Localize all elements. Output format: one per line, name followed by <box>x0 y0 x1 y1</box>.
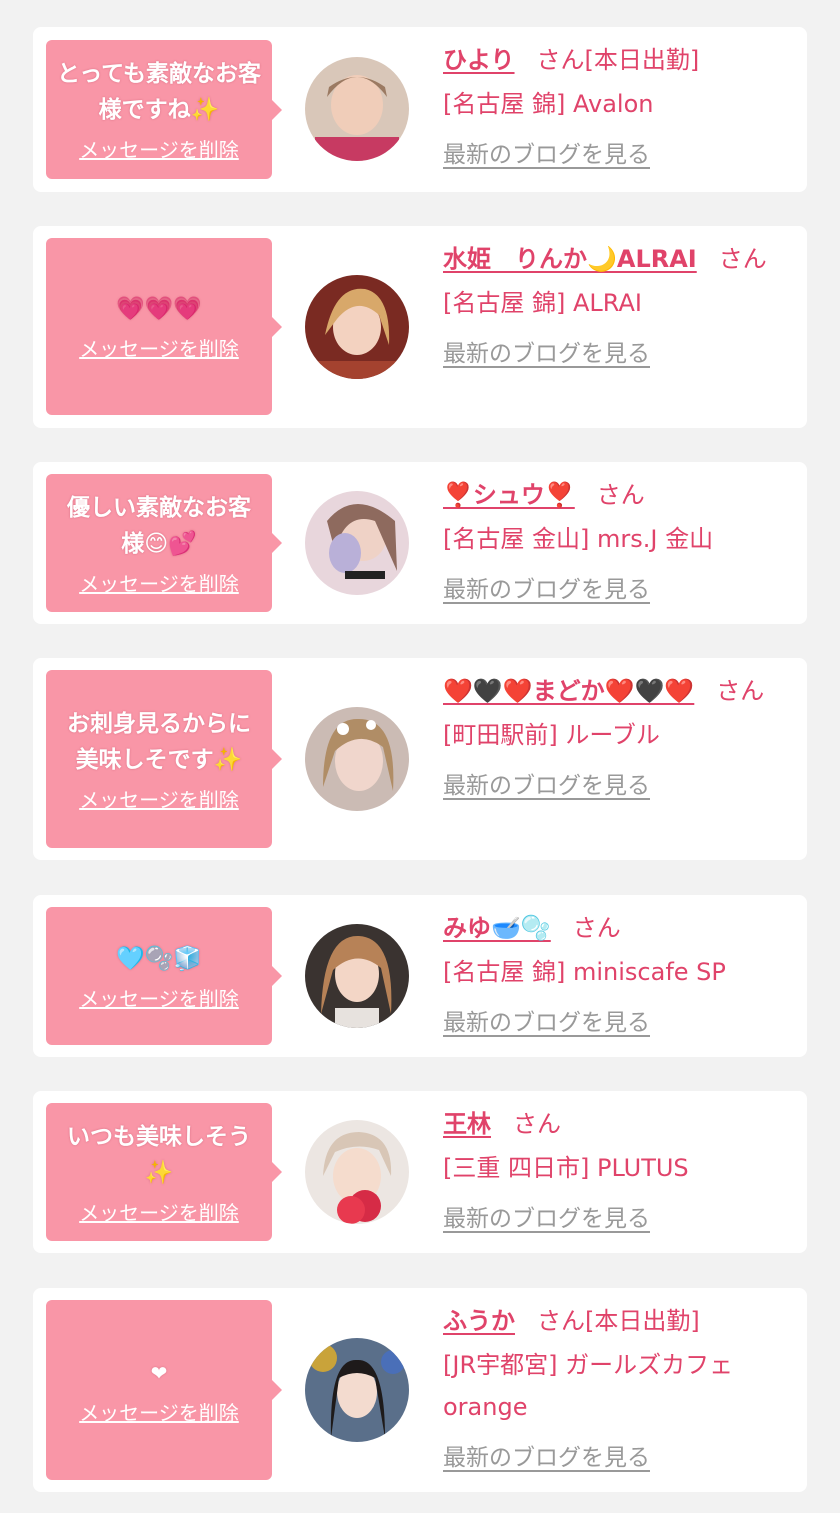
honorific: さん <box>536 46 585 74</box>
message-text: いつも美味しそう✨ <box>67 1123 251 1186</box>
latest-blog-link[interactable]: 最新のブログを見る <box>443 1003 650 1037</box>
shop-name: [三重 四日市] PLUTUS <box>443 1154 689 1182</box>
shop-name: [名古屋 錦] ALRAI <box>443 289 642 317</box>
favorites-list: とっても素敵なお客様ですね✨ メッセージを削除 ひより さん[本日出勤] [名古屋… <box>0 0 840 1513</box>
favorite-card: 💗💗💗 メッセージを削除 水姫 りんか🌙ALRAI さん [名古屋 錦] ALRA… <box>33 226 807 428</box>
work-status: [本日出勤] <box>585 1307 700 1335</box>
latest-blog-link[interactable]: 最新のブログを見る <box>443 570 650 604</box>
favorite-card: 🩵🫧🧊 メッセージを削除 みゆ🥣🫧 さん [名古屋 錦] miniscafe SP… <box>33 895 807 1057</box>
shop-name: [名古屋 錦] miniscafe SP <box>443 958 726 986</box>
message-bubble: 💗💗💗 メッセージを削除 <box>46 238 282 415</box>
favorite-card: お刺身見るからに美味しそです✨ メッセージを削除 ❤️🖤❤️まどか❤️🖤❤️ さん… <box>33 658 807 860</box>
message-text: 🩵🫧🧊 <box>116 945 202 972</box>
honorific: さん <box>537 1307 585 1335</box>
cast-info: ふうか さん[本日出勤] [JR宇都宮] ガールズカフェ orange 最新のブロ… <box>443 1300 793 1472</box>
message-bubble: 🩵🫧🧊 メッセージを削除 <box>46 907 282 1045</box>
shop-name: [名古屋 金山] mrs.J 金山 <box>443 525 714 553</box>
message-text: とっても素敵なお客様ですね✨ <box>56 61 261 123</box>
message-text: 💗💗💗 <box>116 296 202 322</box>
cast-info: 王林 さん [三重 四日市] PLUTUS 最新のブログを見る <box>443 1103 793 1233</box>
delete-message-link[interactable]: メッセージを削除 <box>79 568 239 597</box>
delete-message-link[interactable]: メッセージを削除 <box>79 333 239 362</box>
honorific: さん <box>596 481 645 509</box>
latest-blog-link[interactable]: 最新のブログを見る <box>443 1438 650 1472</box>
cast-name-link[interactable]: ❣️シュウ❣️ <box>443 481 575 509</box>
cast-info: ❤️🖤❤️まどか❤️🖤❤️ さん [町田駅前] ルーブル 最新のブログを見る <box>443 670 793 800</box>
message-text: 優しい素敵なお客様😊💕 <box>67 494 251 557</box>
cast-info: みゆ🥣🫧 さん [名古屋 錦] miniscafe SP 最新のブログを見る <box>443 907 793 1037</box>
shop-name: [町田駅前] ルーブル <box>443 721 660 749</box>
avatar[interactable] <box>305 275 409 379</box>
avatar[interactable] <box>305 924 409 1028</box>
favorite-card: 優しい素敵なお客様😊💕 メッセージを削除 ❣️シュウ❣️ さん [名古屋 金山] … <box>33 462 807 624</box>
delete-message-link[interactable]: メッセージを削除 <box>79 784 239 813</box>
cast-info: ひより さん[本日出勤] [名古屋 錦] Avalon 最新のブログを見る <box>443 39 793 169</box>
cast-name-link[interactable]: 水姫 りんか🌙ALRAI <box>443 245 697 273</box>
avatar[interactable] <box>305 57 409 161</box>
message-bubble: とっても素敵なお客様ですね✨ メッセージを削除 <box>46 40 282 179</box>
favorite-card: とっても素敵なお客様ですね✨ メッセージを削除 ひより さん[本日出勤] [名古屋… <box>33 27 807 192</box>
avatar[interactable] <box>305 491 409 595</box>
favorite-card: いつも美味しそう✨ メッセージを削除 王林 さん [三重 四日市] PLUTUS … <box>33 1091 807 1253</box>
avatar[interactable] <box>305 1120 409 1224</box>
avatar[interactable] <box>305 707 409 811</box>
cast-info: 水姫 りんか🌙ALRAI さん [名古屋 錦] ALRAI 最新のブログを見る <box>443 238 793 368</box>
cast-info: ❣️シュウ❣️ さん [名古屋 金山] mrs.J 金山 最新のブログを見る <box>443 474 793 604</box>
message-bubble: いつも美味しそう✨ メッセージを削除 <box>46 1103 282 1241</box>
shop-name: [JR宇都宮] ガールズカフェ orange <box>443 1351 734 1421</box>
latest-blog-link[interactable]: 最新のブログを見る <box>443 1199 650 1233</box>
cast-name-link[interactable]: みゆ🥣🫧 <box>443 914 551 942</box>
honorific: さん <box>716 677 765 705</box>
message-bubble: お刺身見るからに美味しそです✨ メッセージを削除 <box>46 670 282 848</box>
delete-message-link[interactable]: メッセージを削除 <box>79 983 239 1012</box>
delete-message-link[interactable]: メッセージを削除 <box>79 134 239 163</box>
cast-name-link[interactable]: ❤️🖤❤️まどか❤️🖤❤️ <box>443 677 694 705</box>
latest-blog-link[interactable]: 最新のブログを見る <box>443 334 650 368</box>
honorific: さん <box>572 914 621 942</box>
avatar[interactable] <box>305 1338 409 1442</box>
message-text: ❤ <box>150 1360 168 1385</box>
message-text: お刺身見るからに美味しそです✨ <box>67 710 251 773</box>
favorite-card: ❤ メッセージを削除 ふうか さん[本日出勤] [JR宇都宮] ガールズカフェ o… <box>33 1288 807 1492</box>
delete-message-link[interactable]: メッセージを削除 <box>79 1397 239 1426</box>
shop-name: [名古屋 錦] Avalon <box>443 90 654 118</box>
latest-blog-link[interactable]: 最新のブログを見る <box>443 135 650 169</box>
work-status: [本日出勤] <box>584 46 700 74</box>
cast-name-link[interactable]: 王林 <box>443 1110 491 1138</box>
latest-blog-link[interactable]: 最新のブログを見る <box>443 766 650 800</box>
delete-message-link[interactable]: メッセージを削除 <box>79 1197 239 1226</box>
cast-name-link[interactable]: ひより <box>443 46 515 74</box>
honorific: さん <box>718 245 767 273</box>
cast-name-link[interactable]: ふうか <box>443 1307 515 1335</box>
message-bubble: ❤ メッセージを削除 <box>46 1300 282 1480</box>
message-bubble: 優しい素敵なお客様😊💕 メッセージを削除 <box>46 474 282 612</box>
honorific: さん <box>513 1110 561 1138</box>
